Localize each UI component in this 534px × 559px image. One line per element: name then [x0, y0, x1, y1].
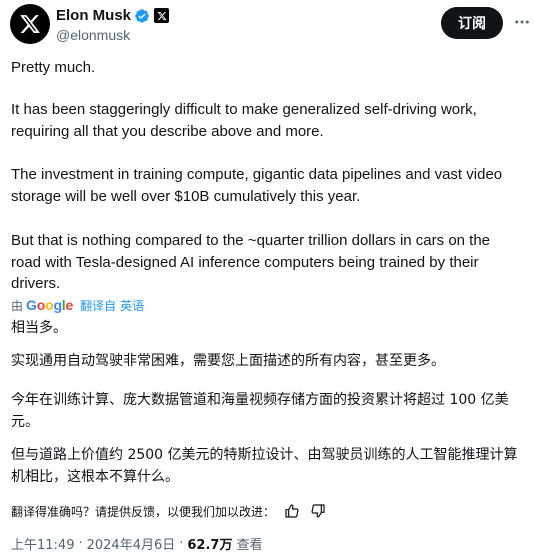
x-logo-icon	[20, 15, 40, 33]
separator: ·	[179, 535, 184, 551]
by-label: 由	[11, 298, 24, 313]
display-name[interactable]: Elon Musk	[56, 7, 131, 24]
translated-paragraph: 但与道路上价值约 2500 亿美元的特斯拉设计、由驾驶员训练的人工智能推理计算机…	[11, 447, 518, 485]
translated-paragraph: 今年在训练计算、庞大数据管道和海量视频存储方面的投资累计将超过 100 亿美元。	[11, 392, 509, 430]
handle[interactable]: @elonmusk	[56, 27, 169, 43]
post-paragraph: But that is nothing compared to the ~qua…	[11, 232, 491, 292]
translated-paragraph: 实现通用自动驾驶非常困难，需要您上面描述的所有内容，甚至更多。	[11, 353, 445, 369]
post-paragraph: It has been staggeringly difficult to ma…	[11, 101, 477, 140]
views-count[interactable]: 62.7万	[187, 534, 232, 553]
thumbs-up-icon[interactable]	[283, 502, 301, 520]
views-label: 查看	[236, 537, 263, 553]
feedback-prompt: 翻译得准确吗？请提供反馈，以便我们加以改进：	[11, 504, 276, 519]
post-date[interactable]: 2024年4月6日	[87, 534, 176, 553]
translated-from-label[interactable]: 翻译自	[80, 297, 116, 314]
translation-feedback: 翻译得准确吗？请提供反馈，以便我们加以改进：	[11, 501, 327, 521]
x-badge-icon	[154, 8, 170, 23]
post-header: Elon Musk @elonmusk 订阅	[10, 4, 529, 44]
post-paragraph: Pretty much.	[11, 59, 96, 76]
more-dots-icon[interactable]	[510, 10, 534, 34]
author-block: Elon Musk @elonmusk	[56, 6, 170, 43]
verified-check-icon	[135, 8, 149, 23]
post-paragraph: The investment in training compute, giga…	[11, 166, 503, 205]
avatar[interactable]	[10, 4, 50, 44]
translation-attribution: 由 Google 翻译自 英语	[11, 296, 144, 314]
thumbs-down-icon[interactable]	[309, 502, 327, 520]
subscribe-button[interactable]: 订阅	[441, 7, 503, 39]
post-meta: 上午11:49 · 2024年4月6日 · 62.7万 查看	[11, 533, 262, 553]
source-language-link[interactable]: 英语	[120, 297, 144, 314]
post-time[interactable]: 上午11:49	[11, 534, 74, 553]
separator: ·	[78, 535, 83, 551]
translated-paragraph: 相当多。	[11, 320, 67, 336]
google-logo: Google	[26, 297, 74, 313]
